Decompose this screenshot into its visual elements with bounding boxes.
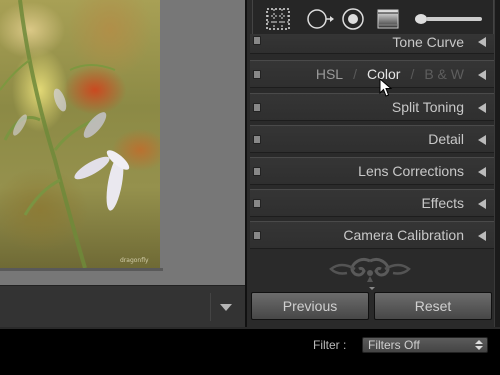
panel-split-toning[interactable]: Split Toning [250,93,494,121]
photo-shadow [0,268,163,271]
panel-switch[interactable] [253,167,261,176]
panel-marker-icon [369,287,375,290]
graduated-filter-icon[interactable] [375,7,401,31]
panel-label: Tone Curve [392,34,464,50]
photo-preview[interactable] [0,0,160,268]
panel-scrollbar[interactable] [494,0,500,327]
adjustment-brush-icon[interactable] [413,7,485,31]
filter-label: Filter : [313,338,347,352]
panel-end-ornament-icon [329,257,411,282]
panel-camera-calibration[interactable]: Camera Calibration [250,221,494,249]
panel-lens-corrections[interactable]: Lens Corrections [250,157,494,185]
panel-label: Lens Corrections [358,163,464,179]
toolbar-menu-button[interactable] [210,293,240,321]
panel-hsl-color-bw: HSL / Color / B & W [250,60,494,88]
panel-switch[interactable] [253,135,261,144]
panel-switch[interactable] [253,36,261,45]
panel-effects[interactable]: Effects [250,189,494,217]
watermark: dragonfly [120,257,149,264]
collapse-arrow-icon[interactable] [478,70,486,80]
tab-bw[interactable]: B & W [424,66,464,82]
panel-switch[interactable] [253,103,261,112]
tab-separator: / [410,66,415,82]
crop-overlay-icon[interactable] [265,7,291,31]
filter-value: Filters Off [368,338,420,352]
reset-button[interactable]: Reset [374,292,492,320]
select-stepper-icon [475,340,483,350]
filter-select[interactable]: Filters Off [362,337,488,353]
collapse-arrow-icon[interactable] [478,135,486,145]
collapse-arrow-icon[interactable] [478,231,486,241]
toolbar [0,285,245,327]
panel-label: Split Toning [391,99,464,115]
flower-photo [0,0,130,268]
tab-hsl[interactable]: HSL [316,66,343,82]
tab-separator: / [353,66,357,82]
previous-button[interactable]: Previous [251,292,369,320]
panel-switch[interactable] [253,199,261,208]
collapse-arrow-icon[interactable] [478,199,486,209]
collapse-arrow-icon[interactable] [478,37,486,47]
mouse-pointer-icon [379,78,393,97]
collapse-arrow-icon[interactable] [478,103,486,113]
red-eye-icon[interactable] [341,7,365,31]
tool-strip [252,0,494,38]
panel-detail[interactable]: Detail [250,125,494,153]
collapse-arrow-icon[interactable] [478,167,486,177]
panel-label: Effects [421,195,464,211]
panel-label: Camera Calibration [343,227,464,243]
triangle-down-icon [220,304,232,311]
panel-label: Detail [428,131,464,147]
panel-switch[interactable] [253,70,261,79]
panel-tone-curve[interactable]: Tone Curve [250,34,494,54]
panel-switch[interactable] [253,231,261,240]
spot-removal-icon[interactable] [305,7,335,31]
